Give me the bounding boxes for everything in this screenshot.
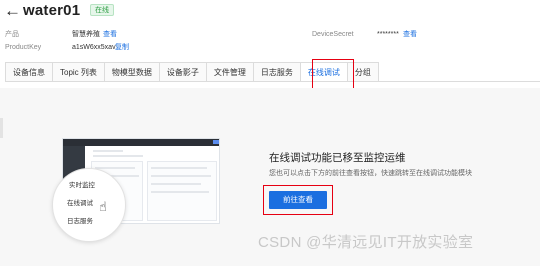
circle-menu-item: 在线调试 <box>67 200 93 207</box>
active-tab-highlight-box <box>312 59 354 89</box>
status-badge: 在线 <box>90 4 114 16</box>
product-view-link[interactable]: 查看 <box>103 30 117 40</box>
illustration-line <box>151 167 207 169</box>
illustration-line <box>93 150 123 152</box>
productkey-copy-link[interactable]: 复制 <box>115 43 129 53</box>
tab-divider <box>5 81 540 82</box>
illustration-line <box>151 183 201 185</box>
product-label: 产品 <box>5 31 19 38</box>
tab-log-service[interactable]: 日志服务 <box>252 62 300 82</box>
tab-thing-model-data[interactable]: 物模型数据 <box>103 62 159 82</box>
zoom-circle: 实时监控 在线调试 日志服务 <box>52 168 126 242</box>
illustration-topbar <box>63 139 219 146</box>
illustration-line <box>93 155 143 157</box>
device-header: ← water01 在线 产品 智慧养殖 查看 ProductKey a1sW6… <box>0 0 540 88</box>
productkey-label: ProductKey <box>5 44 42 51</box>
circle-menu-item: 实时监控 <box>69 182 95 189</box>
back-arrow-icon[interactable]: ← <box>4 1 21 21</box>
notice-description: 您也可以点击下方的前往查看按钮，快速跳转至在线调试功能模块 <box>269 170 472 177</box>
circle-menu-item: 日志服务 <box>67 218 93 225</box>
button-highlight-box <box>263 185 333 215</box>
illustration-line <box>151 175 211 177</box>
illustration-line <box>95 167 135 169</box>
collapse-handle[interactable] <box>0 118 3 138</box>
productkey-value: a1sW6xx5xav <box>72 44 116 51</box>
product-value: 智慧养殖 <box>72 31 100 38</box>
device-name: water01 <box>23 2 81 19</box>
tab-topic-list[interactable]: Topic 列表 <box>52 62 104 82</box>
illustration-line <box>151 191 209 193</box>
tab-device-info[interactable]: 设备信息 <box>5 62 52 82</box>
tab-file-management[interactable]: 文件管理 <box>205 62 253 82</box>
illustration-button-mark <box>213 140 219 144</box>
devicesecret-value: ******** <box>377 31 399 38</box>
devicesecret-label: DeviceSecret <box>312 31 354 38</box>
watermark: CSDN @华清远见IT开放实验室 <box>258 234 474 251</box>
notice-title: 在线调试功能已移至监控运维 <box>269 152 406 164</box>
tab-device-shadow[interactable]: 设备影子 <box>158 62 206 82</box>
hand-cursor-icon: ☝ <box>99 199 107 214</box>
devicesecret-view-link[interactable]: 查看 <box>403 30 417 40</box>
